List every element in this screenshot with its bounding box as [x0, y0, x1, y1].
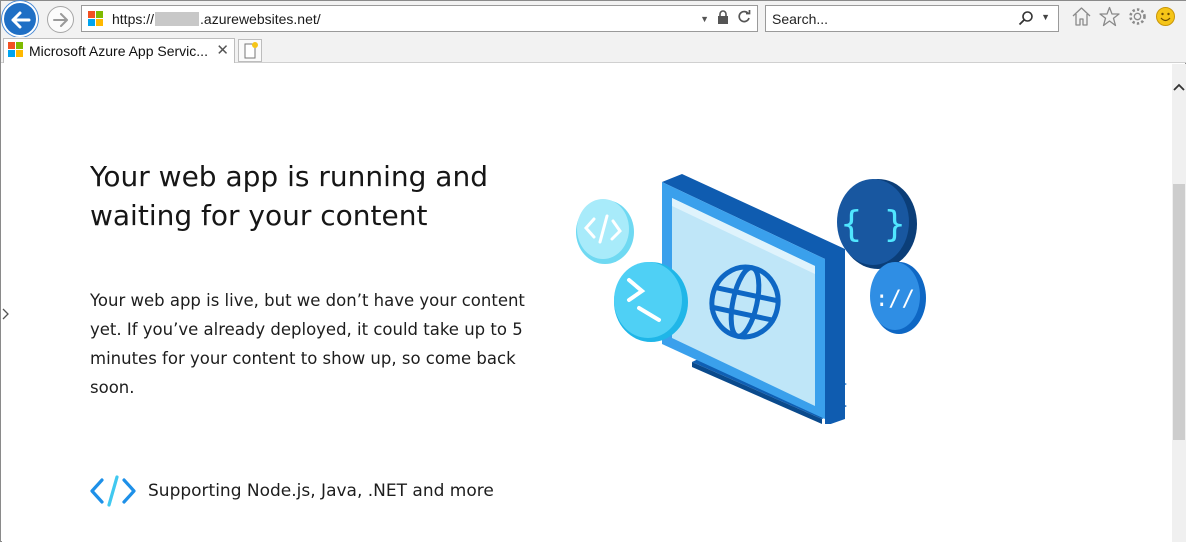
- url-redacted-segment: [155, 12, 200, 26]
- gear-icon[interactable]: [1127, 6, 1148, 27]
- back-button[interactable]: [2, 1, 38, 37]
- scroll-up-icon[interactable]: [1173, 82, 1185, 94]
- new-tab-icon: [244, 42, 258, 59]
- smiley-icon[interactable]: [1155, 6, 1176, 27]
- feature-line: Supporting Node.js, Java, .NET and more: [90, 474, 494, 508]
- home-icon[interactable]: [1071, 6, 1092, 27]
- forward-button[interactable]: [47, 6, 74, 33]
- web-page: Your web app is running and waiting for …: [2, 64, 1172, 542]
- page-description: Your web app is live, but we don’t have …: [90, 291, 525, 397]
- code-brackets-icon: [90, 475, 136, 507]
- site-favicon: [88, 11, 104, 27]
- lock-icon[interactable]: [717, 10, 729, 27]
- close-icon[interactable]: ✕: [216, 41, 229, 59]
- scrollbar-thumb[interactable]: [1173, 184, 1185, 440]
- feature-text: Supporting Node.js, Java, .NET and more: [148, 481, 494, 501]
- web-app-illustration: { } ://: [576, 174, 926, 424]
- tab-favicon: [8, 42, 24, 58]
- vertical-scrollbar[interactable]: [1172, 64, 1186, 542]
- search-dropdown-icon[interactable]: ▼: [1041, 12, 1050, 22]
- star-icon[interactable]: [1099, 6, 1120, 27]
- new-tab-button[interactable]: [238, 39, 262, 62]
- forward-arrow-icon: [53, 13, 68, 27]
- browser-toolbar: https://.azurewebsites.net/ ▼ ▼: [1, 1, 1186, 37]
- tab-strip: Microsoft Azure App Servic... ✕: [1, 37, 1186, 63]
- address-bar[interactable]: https://.azurewebsites.net/ ▼: [81, 5, 758, 32]
- dropdown-arrow-icon[interactable]: ▼: [700, 14, 709, 24]
- browser-window: https://.azurewebsites.net/ ▼ ▼: [0, 0, 1186, 542]
- page-headline: Your web app is running and waiting for …: [90, 160, 488, 232]
- tab-active[interactable]: Microsoft Azure App Servic... ✕: [3, 38, 235, 63]
- back-arrow-icon: [11, 11, 31, 29]
- refresh-icon[interactable]: [737, 10, 751, 27]
- chevron-right-icon[interactable]: [2, 308, 10, 320]
- svg-text:://: ://: [875, 287, 915, 312]
- search-box[interactable]: ▼: [765, 5, 1059, 32]
- search-input[interactable]: [772, 10, 1002, 28]
- svg-text:{ }: { }: [840, 204, 905, 245]
- search-icon[interactable]: [1018, 10, 1034, 31]
- tab-title: Microsoft Azure App Servic...: [29, 43, 208, 59]
- url-text[interactable]: https://.azurewebsites.net/: [112, 11, 321, 27]
